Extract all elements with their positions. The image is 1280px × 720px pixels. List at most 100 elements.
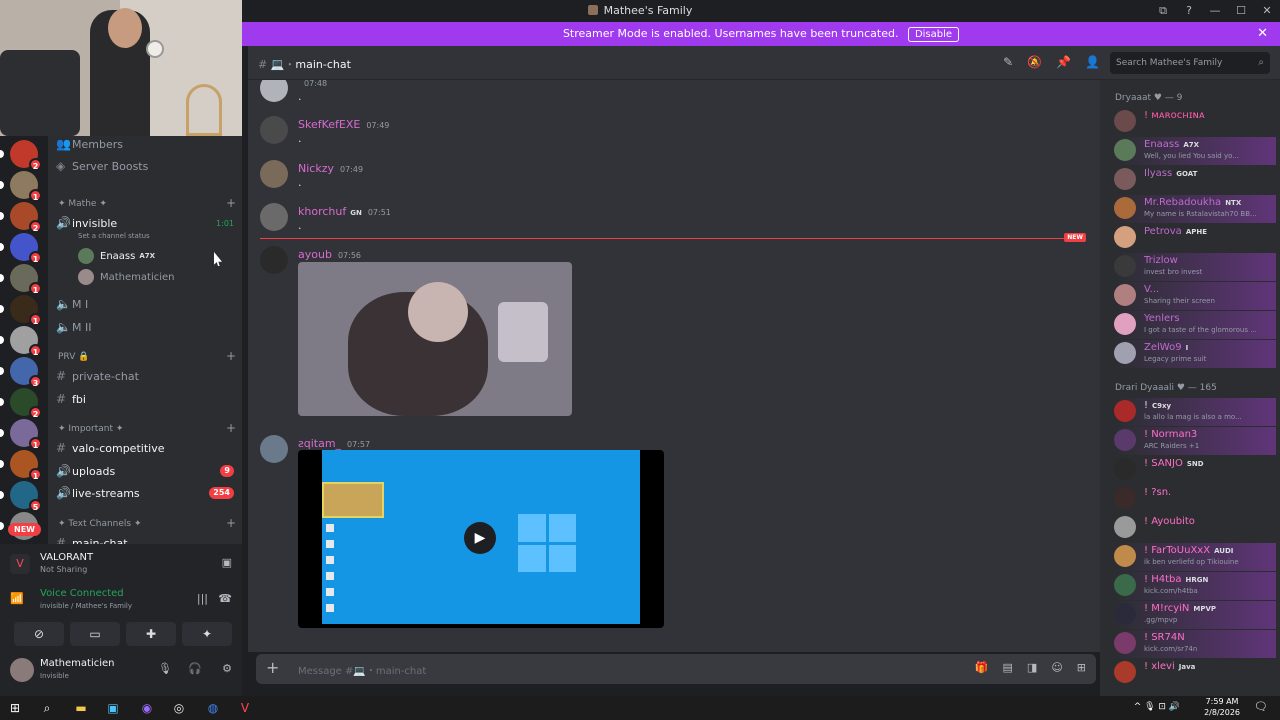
tray-icons[interactable]: ^ 🎙 ⊡ 🔊 xyxy=(1134,702,1180,712)
minimize-button[interactable]: — xyxy=(1202,0,1228,22)
member-item[interactable]: ! Norman3 ARC Raiders +1 xyxy=(1114,427,1276,455)
screen-share-button[interactable]: ▭ xyxy=(70,622,120,646)
voice-channel-m2[interactable]: 🔈 M II xyxy=(56,317,236,337)
category-text-channels[interactable]: ✦ Text Channels ✦ xyxy=(58,519,142,529)
member-item[interactable]: Petrova APHE xyxy=(1114,224,1276,252)
gear-icon[interactable]: ⚙ xyxy=(222,662,232,675)
emoji-icon[interactable]: ☺ xyxy=(1051,661,1062,674)
add-channel-icon[interactable]: + xyxy=(226,421,236,435)
video-attachment[interactable]: ▶ xyxy=(298,450,664,628)
start-icon[interactable]: ⊞ xyxy=(6,699,24,717)
store-icon[interactable]: ▣ xyxy=(104,699,122,717)
member-item[interactable]: Mr.Rebadoukha NTX My name is Rstalavistah7… xyxy=(1114,195,1276,223)
avatar[interactable] xyxy=(260,435,288,463)
server-icon[interactable]: 5 xyxy=(0,481,42,512)
server-icon[interactable]: 1 xyxy=(0,171,42,202)
message-composer[interactable]: + Message #💻・main-chat 🎁 ▤ ◨ ☺ ⊞ xyxy=(256,654,1096,684)
server-icon[interactable]: 1 xyxy=(0,450,42,481)
server-icon[interactable]: 1 xyxy=(0,419,42,450)
member-item[interactable]: ! SR74N kick.com/sr74n xyxy=(1114,630,1276,658)
notification-icon[interactable]: 🗨 xyxy=(1254,700,1268,713)
message-author[interactable]: khorchuf xyxy=(298,205,346,218)
inbox-icon[interactable]: ⧉ xyxy=(1150,0,1176,22)
search-input[interactable]: Search Mathee's Family ⌕ xyxy=(1110,52,1270,74)
add-channel-icon[interactable]: + xyxy=(226,196,236,210)
voice-user[interactable]: Mathematicien xyxy=(78,268,175,286)
message-author[interactable]: Nickzy xyxy=(298,162,334,175)
server-icon[interactable]: 2 xyxy=(0,202,42,233)
valorant-taskbar-icon[interactable]: V xyxy=(236,699,254,717)
channel-valo-competitive[interactable]: # valo-competitive xyxy=(56,438,236,458)
member-item[interactable]: ! xlevi Java xyxy=(1114,659,1276,687)
members-link[interactable]: 👥 Members xyxy=(56,136,236,154)
set-channel-status[interactable]: Set a channel status xyxy=(78,232,150,240)
category-important[interactable]: ✦ Important ✦ xyxy=(58,424,123,434)
sticker-icon[interactable]: ◨ xyxy=(1027,661,1037,674)
channel-live-streams[interactable]: 🔊 live-streams 254 xyxy=(56,483,236,503)
add-channel-icon[interactable]: + xyxy=(226,349,236,363)
voice-channel-invisible[interactable]: 🔊 invisible 1:01 xyxy=(56,213,236,233)
notification-icon[interactable]: 🔕 xyxy=(1027,55,1042,69)
close-button[interactable]: ✕ xyxy=(1254,0,1280,22)
avatar[interactable] xyxy=(260,203,288,231)
channel-uploads[interactable]: 🔊 uploads 9 xyxy=(56,461,236,481)
headphones-icon[interactable]: 🎧 xyxy=(188,662,202,675)
server-icon[interactable]: 1 xyxy=(0,264,42,295)
channel-fbi[interactable]: # fbi xyxy=(56,389,236,409)
gift-icon[interactable]: 🎁 xyxy=(975,661,989,674)
server-icon[interactable]: 2 xyxy=(0,388,42,419)
avatar[interactable] xyxy=(260,160,288,188)
discord-icon[interactable]: ◉ xyxy=(138,699,156,717)
screen-share-icon[interactable]: ▣ xyxy=(222,556,232,569)
avatar[interactable] xyxy=(260,246,288,274)
threads-icon[interactable]: ✎ xyxy=(1003,55,1013,69)
message-author[interactable]: SkefKefEXE xyxy=(298,118,360,131)
member-item[interactable]: Ilyass GOAT xyxy=(1114,166,1276,194)
noise-icon[interactable]: ||| xyxy=(197,592,208,605)
chrome-icon[interactable]: ◍ xyxy=(204,699,222,717)
soundboard-button[interactable]: ✦ xyxy=(182,622,232,646)
activity-button[interactable]: ✚ xyxy=(126,622,176,646)
member-item[interactable]: ! SANJO SND xyxy=(1114,456,1276,484)
disconnect-icon[interactable]: ☎ xyxy=(218,592,232,605)
member-list-icon[interactable]: 👤 xyxy=(1085,55,1100,69)
image-attachment[interactable] xyxy=(298,262,572,416)
server-icon[interactable]: 1 xyxy=(0,233,42,264)
avatar[interactable] xyxy=(260,116,288,144)
category-prv[interactable]: PRV 🔒 xyxy=(58,352,89,362)
member-item[interactable]: ! FarToUuXxX AUDI ik ben verliefd op Tikio… xyxy=(1114,543,1276,571)
member-item[interactable]: ! C9xy la allo la mag is also a mo... xyxy=(1114,398,1276,426)
channel-main-chat[interactable]: # main-chat xyxy=(56,533,236,544)
clock[interactable]: 7:59 AM 2/8/2026 xyxy=(1204,696,1240,718)
add-attachment-icon[interactable]: + xyxy=(266,658,279,677)
add-channel-icon[interactable]: + xyxy=(226,516,236,530)
member-item[interactable]: ZelWo9 I Legacy prime suit xyxy=(1114,340,1276,368)
voice-user[interactable]: Enaass A7X xyxy=(78,247,155,265)
apps-icon[interactable]: ⊞ xyxy=(1077,661,1086,674)
member-item[interactable]: V... Sharing their screen xyxy=(1114,282,1276,310)
member-item[interactable]: Yenlers I got a taste of the glomorous ..… xyxy=(1114,311,1276,339)
message-author[interactable]: ayoub xyxy=(298,248,332,261)
disable-streamer-button[interactable]: Disable xyxy=(907,27,960,42)
server-icon[interactable]: 2 xyxy=(0,140,42,171)
voice-channel-m1[interactable]: 🔈 M I xyxy=(56,294,236,314)
member-item[interactable]: ! ᴍᴀʀᴏᴄʜɪɴᴀ xyxy=(1114,108,1276,136)
file-explorer-icon[interactable]: ▬ xyxy=(72,699,90,717)
maximize-button[interactable]: ☐ xyxy=(1228,0,1254,22)
message-author[interactable]: ƨqitam_ xyxy=(298,437,341,450)
obs-icon[interactable]: ◎ xyxy=(170,699,188,717)
member-item[interactable]: ! Ayoubito xyxy=(1114,514,1276,542)
server-icon[interactable]: 3 xyxy=(0,357,42,388)
microphone-icon[interactable]: 🎙 xyxy=(158,662,172,675)
search-icon[interactable]: ⌕ xyxy=(38,699,56,717)
camera-button[interactable]: ⊘ xyxy=(14,622,64,646)
member-item[interactable]: Enaass A7X Well, you lied You said yo... xyxy=(1114,137,1276,165)
category-mathe[interactable]: ✦ Mathe ✦ xyxy=(58,199,107,209)
member-item[interactable]: ! M!rcyiN MPVP .gg/mpvp xyxy=(1114,601,1276,629)
server-icon[interactable]: 1 xyxy=(0,326,42,357)
avatar[interactable] xyxy=(260,80,288,102)
member-item[interactable]: ! H4tba HRGN kick.com/h4tba xyxy=(1114,572,1276,600)
avatar[interactable] xyxy=(10,658,34,682)
pin-icon[interactable]: 📌 xyxy=(1056,55,1071,69)
new-unreads-pill[interactable]: NEW xyxy=(8,523,41,536)
